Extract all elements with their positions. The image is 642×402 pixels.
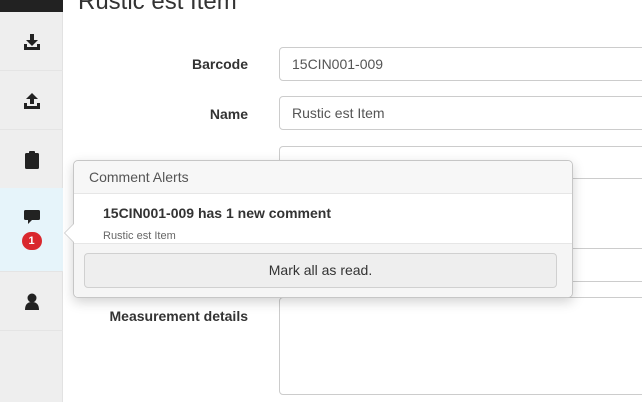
notification-badge: 1 <box>21 232 42 250</box>
clipboard-icon <box>24 150 39 169</box>
barcode-label: Barcode <box>191 56 248 72</box>
popover-header: Comment Alerts <box>74 161 572 194</box>
user-icon <box>24 293 39 310</box>
popover-arrow <box>64 223 74 243</box>
comment-alert-item[interactable]: 15CIN001-009 has 1 new comment Rustic es… <box>74 195 572 243</box>
sidebar-top-bar <box>0 0 63 12</box>
sidebar-item-download[interactable] <box>0 13 63 71</box>
sidebar: 1 <box>0 0 63 402</box>
name-label: Name <box>209 106 248 122</box>
comment-alerts-popover: Comment Alerts 15CIN001-009 has 1 new co… <box>64 160 573 298</box>
mark-all-read-button[interactable]: Mark all as read. <box>84 253 557 288</box>
page-title: Rustic est Item <box>78 0 237 15</box>
measurement-details-textarea[interactable] <box>279 297 642 395</box>
sidebar-item-user[interactable] <box>0 273 63 331</box>
alert-subtitle: Rustic est Item <box>103 230 176 242</box>
sidebar-item-clipboard[interactable] <box>0 131 63 189</box>
barcode-field[interactable]: 15CIN001-009 <box>279 47 642 81</box>
sidebar-item-comments[interactable]: 1 <box>0 188 63 272</box>
sidebar-item-upload[interactable] <box>0 72 63 130</box>
comment-icon <box>23 210 40 224</box>
alert-title: 15CIN001-009 has 1 new comment <box>103 205 331 221</box>
upload-icon <box>23 92 40 109</box>
name-field[interactable]: Rustic est Item <box>279 96 642 130</box>
popover-footer: Mark all as read. <box>74 243 572 297</box>
download-icon <box>23 33 40 50</box>
measurement-details-label: Measurement details <box>109 308 249 324</box>
